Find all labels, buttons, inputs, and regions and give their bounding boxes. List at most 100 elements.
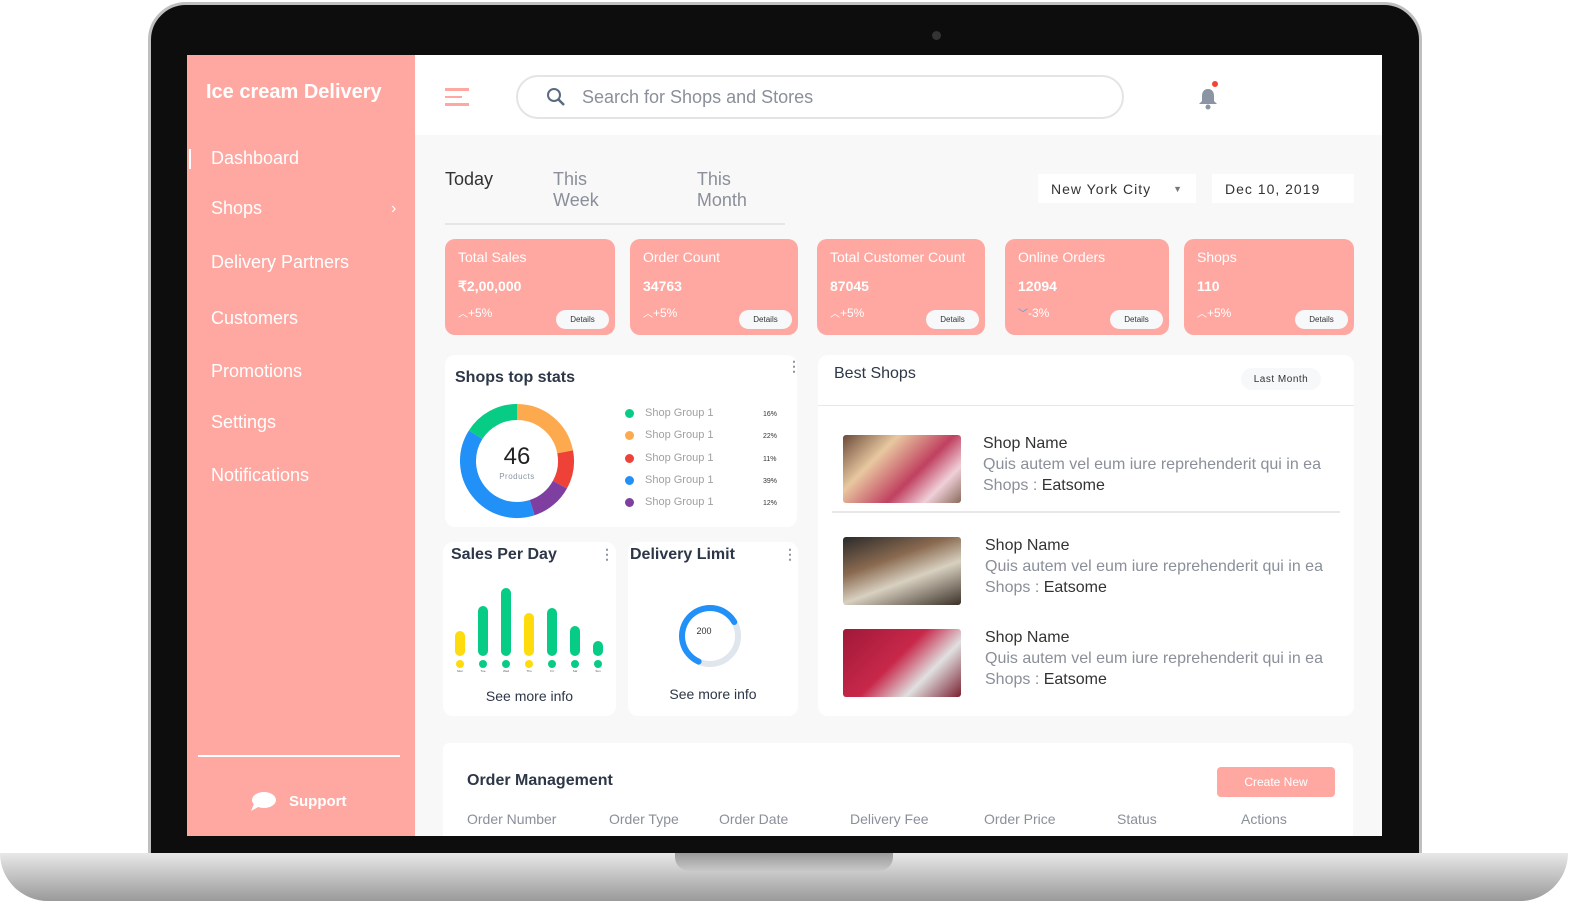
details-button[interactable]: Details [556,310,609,329]
shops-top-stats-panel: Shops top stats ⋮ 46 Products Shop Group… [445,355,801,527]
day-label: Tue [480,669,485,672]
sidebar-item-promotions[interactable]: Promotions [211,361,302,382]
donut-segment [529,480,567,516]
period-tabs: Today This Week This Month [445,169,785,225]
support-button[interactable]: Support [249,790,347,812]
sidebar-item-shops[interactable]: Shops [211,198,262,219]
active-indicator [189,149,191,169]
more-icon[interactable]: ⋮ [787,358,801,375]
legend-dot [625,430,634,440]
day-label: Mon [457,669,463,672]
city-select[interactable]: New York City ▼ [1038,174,1196,203]
arrow-up-icon: ︿ [458,309,468,320]
tab-this-week[interactable]: This Week [553,169,637,211]
shops-value: Eatsome [1043,579,1107,596]
gauge-value: 200 [696,626,712,636]
stat-value: ₹2,00,000 [458,278,522,294]
legend-item: Shop Group 1 [625,496,714,508]
menu-icon[interactable] [445,88,469,111]
tab-today[interactable]: Today [445,169,493,211]
date-picker[interactable]: Dec 10, 2019 [1212,174,1354,203]
column-header[interactable]: Actions [1241,811,1287,827]
arrow-up-icon: ︿ [830,309,840,320]
bar [501,588,511,656]
more-icon[interactable]: ⋮ [600,546,614,563]
legend-item: Shop Group 1 [625,407,714,419]
stat-card: Online Orders 12094 ﹀-3% Details [1005,239,1169,335]
legend-percent: 12% [763,500,778,507]
best-shops-panel: Best Shops Last Month Shop Name Quis aute… [818,355,1354,716]
chat-icon [251,792,276,811]
tab-this-month[interactable]: This Month [697,169,785,211]
shops-label: Shops : [983,477,1042,494]
arrow-down-icon: ﹀ [1018,309,1028,320]
search-input[interactable]: Search for Shops and Stores [516,75,1124,119]
shop-image [843,537,961,605]
more-icon[interactable]: ⋮ [783,546,797,563]
details-button[interactable]: Details [1295,310,1348,329]
sidebar-item-delivery-partners[interactable]: Delivery Partners [211,252,349,273]
bell-icon[interactable] [1197,87,1219,111]
sidebar: Ice cream Delivery Dashboard Shops › Del… [187,55,415,836]
laptop-notch [675,853,893,871]
search-icon [547,88,565,106]
legend-label: Shop Group 1 [645,429,714,441]
stat-change: -3% [1028,306,1050,320]
top-bar: Search for Shops and Stores [415,55,1382,135]
period-filter-button[interactable]: Last Month [1241,368,1321,390]
stat-value: 87045 [830,278,869,294]
app-screen: Ice cream Delivery Dashboard Shops › Del… [187,55,1382,836]
bar [478,606,488,656]
column-header[interactable]: Order Price [984,811,1056,827]
create-new-button[interactable]: Create New [1217,767,1335,797]
bar-dot [502,660,510,668]
sidebar-item-settings[interactable]: Settings [211,412,276,433]
legend-label: Shop Group 1 [645,452,714,464]
delivery-limit-panel: Delivery Limit ⋮ 200 See more info [628,542,798,716]
legend-item: Shop Group 1 [625,452,714,464]
shop-image [843,435,961,503]
panel-title: Delivery Limit [630,546,735,563]
sidebar-item-customers[interactable]: Customers [211,308,298,329]
shops-value: Eatsome [1041,477,1105,494]
panel-title: Shops top stats [455,369,576,386]
bar [593,641,603,656]
bar-chart: Mon Tue Wed Thu Fri Sat Sun [455,588,603,672]
date-value: Dec 10, 2019 [1225,180,1321,197]
shop-list-item[interactable]: Shop Name Quis autem vel eum iure reprehe… [843,537,1323,605]
sidebar-item-notifications[interactable]: Notifications [211,465,309,486]
arrow-up-icon: ︿ [643,309,653,320]
stat-change: +5% [468,306,493,320]
details-button[interactable]: Details [1110,310,1163,329]
shop-list-item[interactable]: Shop Name Quis autem vel eum iure reprehe… [843,629,1323,697]
column-header[interactable]: Order Type [609,811,679,827]
stat-change: +5% [840,306,865,320]
legend-percent: 22% [763,433,778,440]
bar [547,608,557,656]
shop-name: Shop Name [985,629,1070,646]
stat-value: 110 [1197,278,1220,294]
see-more-link[interactable]: See more info [443,688,616,704]
panel-title: Order Management [467,772,613,789]
day-label: Fri [550,669,554,672]
column-header[interactable]: Delivery Fee [850,811,929,827]
bar-dot [548,660,556,668]
legend-item: Shop Group 1 [625,429,714,441]
column-header[interactable]: Order Date [719,811,788,827]
shop-list-item[interactable]: Shop Name Quis autem vel eum iure reprehe… [843,435,1321,503]
day-label: Thu [526,669,532,672]
sidebar-item-dashboard[interactable]: Dashboard [211,148,299,169]
panel-title: Best Shops [834,365,916,382]
details-button[interactable]: Details [739,310,792,329]
legend-label: Shop Group 1 [645,474,714,486]
legend-label: Shop Group 1 [645,496,714,508]
details-button[interactable]: Details [926,310,979,329]
see-more-link[interactable]: See more info [628,686,798,702]
column-header[interactable]: Order Number [467,811,556,827]
stat-title: Total Customer Count [830,249,966,265]
donut-center-value: 46 [503,443,531,470]
column-header[interactable]: Status [1117,811,1157,827]
legend-percent: 39% [763,478,778,485]
legend-dot [625,453,634,463]
shop-description: Quis autem vel eum iure reprehenderit qu… [985,650,1323,667]
